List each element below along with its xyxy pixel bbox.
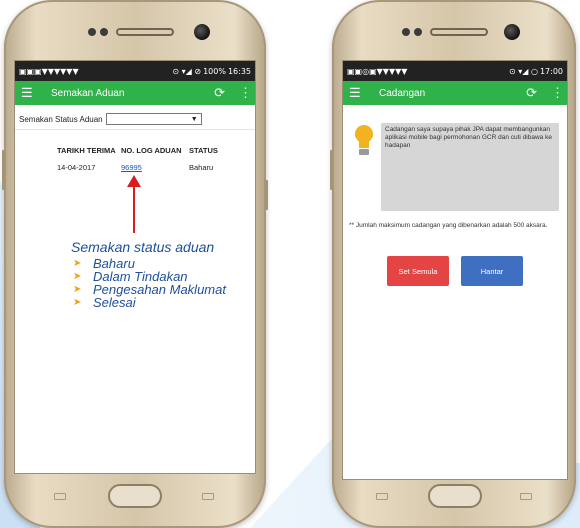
- volume-button[interactable]: [330, 150, 333, 190]
- phone-top-bar: [332, 14, 576, 48]
- submit-button[interactable]: Hantar: [461, 256, 523, 286]
- lightbulb-icon: [351, 123, 381, 163]
- right-screen: ▣▣◎▣▼▼▼▼▼ ⊙ ▾◢ ○ 17:00 ☰ Cadangan ⟳ ⋮ Ca…: [342, 60, 568, 480]
- complaints-table: TARIKH TERIMA NO. LOG ADUAN STATUS 14-04…: [57, 146, 255, 172]
- refresh-icon[interactable]: ⟳: [214, 85, 225, 101]
- notification-icons: ▣▣▣▼▼▼▼▼▼: [19, 66, 79, 76]
- more-icon[interactable]: ⋮: [239, 85, 252, 101]
- dropdown-arrow-icon: ▼: [190, 115, 198, 123]
- app-bar: ☰ Cadangan ⟳ ⋮: [343, 81, 567, 105]
- home-button-icon[interactable]: [428, 484, 482, 508]
- power-button[interactable]: [265, 180, 268, 210]
- sensor-dot: [414, 28, 422, 36]
- reset-button[interactable]: Set Semula: [387, 256, 449, 286]
- bullet-arrow-icon: ➤: [73, 297, 82, 308]
- status-annotation: Semakan status aduan ➤ Baharu ➤ Dalam Tind…: [71, 239, 226, 309]
- recent-apps-key[interactable]: [376, 493, 388, 500]
- volume-button[interactable]: [2, 150, 5, 190]
- notification-icons: ▣▣◎▣▼▼▼▼▼: [347, 66, 408, 76]
- status-list: ➤ Baharu ➤ Dalam Tindakan ➤ Pengesahan Makl…: [73, 257, 226, 309]
- navigation-area: [4, 476, 266, 516]
- battery-level: 100%: [203, 66, 226, 76]
- table-row: 14-04-2017 96995 Baharu: [57, 163, 255, 172]
- status-filter: Semakan Status Aduan ▼: [15, 105, 255, 130]
- left-screen: ▣▣▣▼▼▼▼▼▼ ⊙ ▾◢ ⊘ 100% 16:35 ☰ Semakan Ad…: [14, 60, 256, 474]
- bullet-arrow-icon: ➤: [73, 271, 82, 282]
- sensor-dot: [100, 28, 108, 36]
- right-phone: ▣▣◎▣▼▼▼▼▼ ⊙ ▾◢ ○ 17:00 ☰ Cadangan ⟳ ⋮ Ca…: [330, 0, 576, 528]
- earpiece-speaker: [430, 28, 488, 36]
- bullet-arrow-icon: ➤: [73, 258, 82, 269]
- front-camera: [194, 24, 210, 40]
- app-title: Semakan Aduan: [51, 87, 125, 99]
- table-header: TARIKH TERIMA NO. LOG ADUAN STATUS: [57, 146, 255, 155]
- home-button-icon[interactable]: [108, 484, 162, 508]
- column-header: TARIKH TERIMA: [57, 146, 116, 155]
- clock: 16:35: [227, 66, 251, 76]
- list-item: ➤ Selesai: [73, 295, 136, 310]
- column-header: STATUS: [189, 146, 218, 155]
- red-arrow: [133, 185, 135, 233]
- refresh-icon[interactable]: ⟳: [526, 85, 537, 101]
- cell-status: Baharu: [189, 163, 214, 172]
- annotation-heading: Semakan status aduan: [71, 239, 215, 255]
- suggestion-section: Cadangan saya supaya pihak JPA dapat mem…: [343, 105, 567, 211]
- app-bar: ☰ Semakan Aduan ⟳ ⋮: [15, 81, 255, 105]
- column-header: NO. LOG ADUAN: [121, 146, 182, 155]
- app-title: Cadangan: [379, 87, 426, 99]
- back-key[interactable]: [520, 493, 532, 500]
- front-camera: [504, 24, 520, 40]
- menu-icon[interactable]: ☰: [349, 85, 367, 101]
- action-buttons: Set Semula Hantar: [343, 256, 567, 286]
- signal-icons: ⊙ ▾◢ ○: [509, 66, 538, 76]
- filter-label: Semakan Status Aduan: [19, 114, 103, 124]
- status-bar: ▣▣▣▼▼▼▼▼▼ ⊙ ▾◢ ⊘ 100% 16:35: [15, 61, 255, 81]
- left-phone: ▣▣▣▼▼▼▼▼▼ ⊙ ▾◢ ⊘ 100% 16:35 ☰ Semakan Ad…: [2, 0, 268, 528]
- signal-icons: ⊙ ▾◢ ⊘: [172, 66, 202, 76]
- more-icon[interactable]: ⋮: [551, 85, 564, 101]
- status-bar: ▣▣◎▣▼▼▼▼▼ ⊙ ▾◢ ○ 17:00: [343, 61, 567, 81]
- clock: 17:00: [539, 66, 563, 76]
- navigation-area: [332, 476, 576, 516]
- sensor-dot: [88, 28, 96, 36]
- recent-apps-key[interactable]: [54, 493, 66, 500]
- status-select[interactable]: ▼: [105, 113, 202, 125]
- cell-date: 14-04-2017: [57, 163, 96, 172]
- log-number-link[interactable]: 96995: [121, 163, 189, 172]
- bullet-arrow-icon: ➤: [73, 284, 82, 295]
- back-key[interactable]: [202, 493, 214, 500]
- phone-top-bar: [4, 14, 266, 48]
- character-limit-note: ** Jumlah maksimum cadangan yang dibenar…: [349, 222, 548, 229]
- menu-icon[interactable]: ☰: [21, 85, 39, 101]
- earpiece-speaker: [116, 28, 174, 36]
- suggestion-textarea[interactable]: Cadangan saya supaya pihak JPA dapat mem…: [381, 123, 559, 211]
- sensor-dot: [402, 28, 410, 36]
